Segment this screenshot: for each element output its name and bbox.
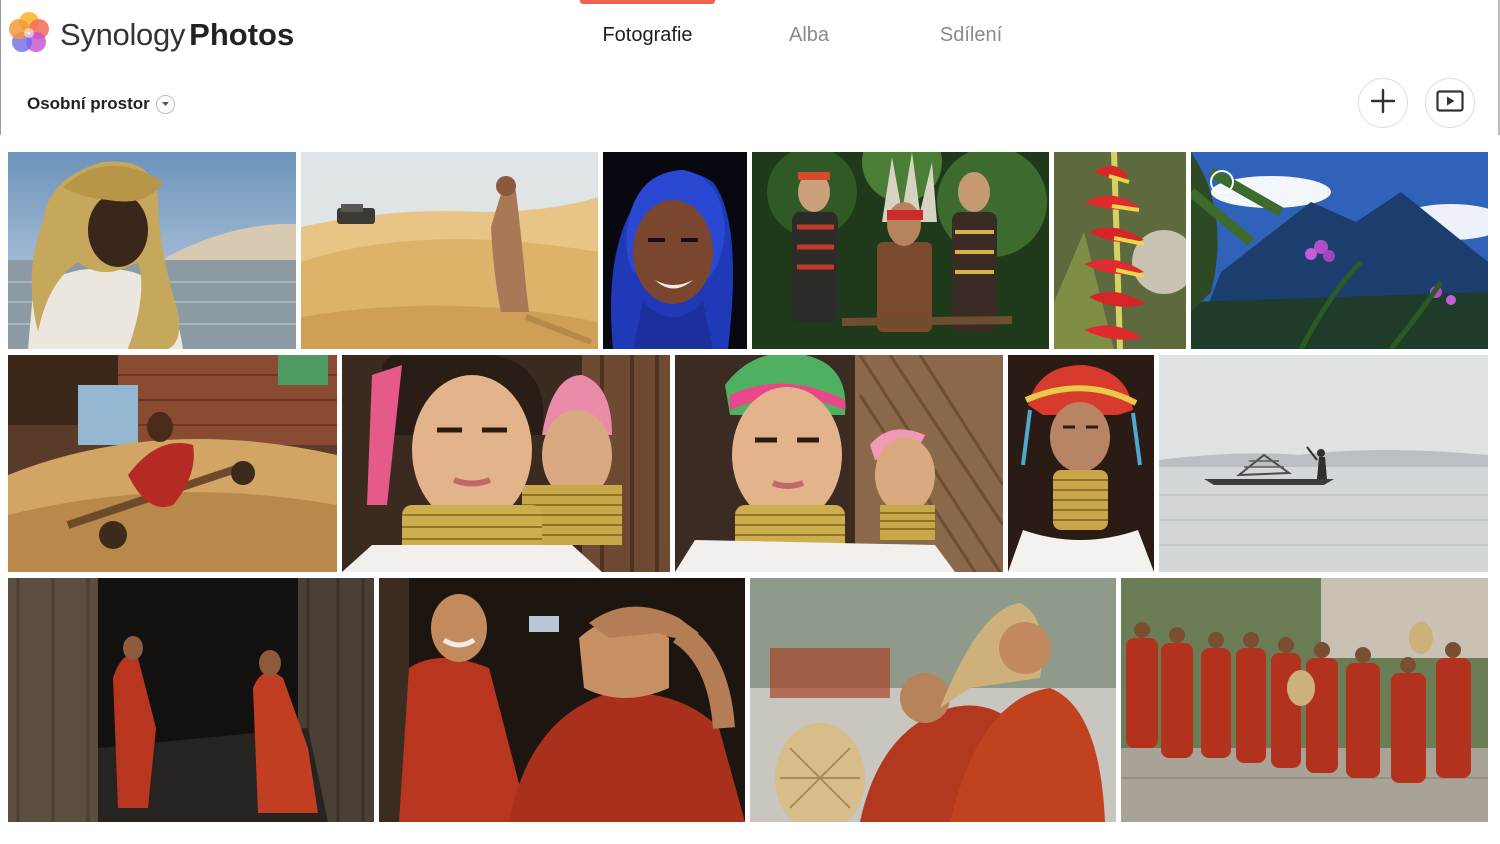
photo-monk-procession	[1121, 578, 1488, 822]
app-brand: Synology Photos	[60, 16, 294, 54]
photo-girls-neck-rings	[342, 355, 670, 572]
photo-thumbnail[interactable]	[342, 355, 670, 572]
brand-name-bold: Photos	[189, 17, 295, 52]
photo-child-cart	[8, 355, 337, 572]
tab-label: Alba	[788, 24, 830, 46]
photo-fisherman-misty-lake	[1159, 355, 1488, 572]
photo-thumbnail[interactable]	[1159, 355, 1488, 572]
photo-thumbnail[interactable]	[8, 152, 296, 349]
tab-label: Sdílení	[939, 24, 1003, 46]
brand-name-light: Synology	[60, 17, 186, 52]
photo-mountain-flowers	[1191, 152, 1488, 349]
photo-thumbnail[interactable]	[1054, 152, 1186, 349]
chevron-down-icon	[155, 94, 175, 114]
slideshow-button[interactable]	[1425, 78, 1475, 128]
slideshow-play-icon	[1436, 89, 1464, 117]
photo-thumbnail[interactable]	[1121, 578, 1488, 822]
tab-label: Fotografie	[602, 24, 693, 46]
photo-thumbnail[interactable]	[301, 152, 598, 349]
photo-thumbnail[interactable]	[752, 152, 1049, 349]
photo-woman-blue-hijab	[603, 152, 747, 349]
photo-thumbnail[interactable]	[603, 152, 747, 349]
photo-monks-fans	[750, 578, 1116, 822]
photo-woman-neck-rings	[1008, 355, 1154, 572]
tab-fotografie[interactable]: Fotografie	[580, 0, 715, 70]
photo-heliconia-flower	[1054, 152, 1186, 349]
space-selector-label: Osobní prostor	[27, 94, 150, 113]
active-tab-indicator	[580, 0, 715, 4]
photo-thumbnail[interactable]	[8, 355, 337, 572]
photo-thumbnail[interactable]	[1008, 355, 1154, 572]
photo-thumbnail[interactable]	[750, 578, 1116, 822]
photo-thumbnail[interactable]	[8, 578, 374, 822]
photo-man-turban-lake	[8, 152, 296, 349]
window-edge-left	[0, 0, 1, 135]
space-selector[interactable]: Osobní prostor	[27, 91, 175, 117]
top-bar: Synology Photos Fotografie Alba Sdílení	[0, 0, 1500, 135]
synology-photos-logo-icon[interactable]	[6, 10, 52, 56]
photo-tribal-dancers	[752, 152, 1049, 349]
photo-thumbnail[interactable]	[379, 578, 745, 822]
plus-icon	[1370, 88, 1396, 119]
tab-alba[interactable]: Alba	[760, 0, 858, 70]
add-button[interactable]	[1358, 78, 1408, 128]
photo-monks-doorway	[8, 578, 374, 822]
photo-thumbnail[interactable]	[1191, 152, 1488, 349]
photo-desert-dunes	[301, 152, 598, 349]
photo-thumbnail[interactable]	[675, 355, 1003, 572]
photo-smiling-monk	[379, 578, 745, 822]
tab-sdileni[interactable]: Sdílení	[918, 0, 1024, 70]
photo-girls-neck-rings-2	[675, 355, 1003, 572]
